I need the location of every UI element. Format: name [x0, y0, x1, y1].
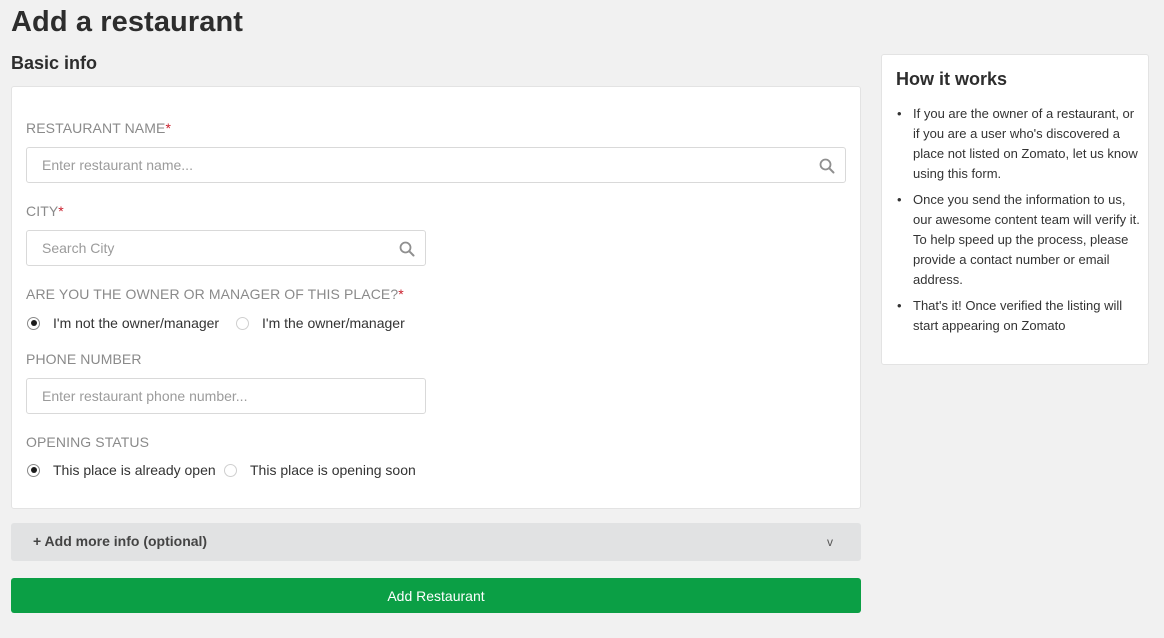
phone-number-field	[26, 378, 426, 414]
search-icon[interactable]	[399, 241, 415, 257]
restaurant-name-label: RESTAURANT NAME*	[26, 120, 171, 136]
city-label-text: CITY	[26, 203, 59, 219]
how-it-works-list: • If you are the owner of a restaurant, …	[896, 104, 1141, 342]
required-mark: *	[398, 286, 404, 302]
radio-not-owner-label: I'm not the owner/manager	[53, 315, 220, 331]
restaurant-name-field	[26, 147, 846, 183]
list-item-text: If you are the owner of a restaurant, or…	[913, 106, 1138, 181]
list-item: • If you are the owner of a restaurant, …	[896, 104, 1141, 184]
phone-number-input[interactable]	[27, 379, 425, 413]
basic-info-form: RESTAURANT NAME* CITY* ARE YOU THE OWNER…	[11, 86, 861, 509]
add-more-info-label: + Add more info (optional)	[33, 533, 208, 549]
radio-opening-soon-label: This place is opening soon	[250, 462, 416, 478]
required-mark: *	[165, 120, 172, 136]
radio-owner[interactable]: I'm the owner/manager	[236, 313, 405, 333]
radio-button-selected[interactable]	[27, 463, 40, 477]
required-mark: *	[58, 203, 64, 219]
add-restaurant-button[interactable]: Add Restaurant	[11, 578, 861, 613]
owner-question-label-text: ARE YOU THE OWNER OR MANAGER OF THIS PLA…	[26, 286, 399, 302]
radio-button[interactable]	[224, 463, 237, 477]
radio-owner-label: I'm the owner/manager	[262, 315, 405, 331]
list-item-text: That's it! Once verified the listing wil…	[913, 298, 1123, 333]
list-item: • Once you send the information to us, o…	[896, 190, 1141, 290]
radio-already-open-label: This place is already open	[53, 462, 216, 478]
bullet: •	[897, 106, 902, 121]
radio-button[interactable]	[236, 316, 249, 330]
list-item: • That's it! Once verified the listing w…	[896, 296, 1141, 336]
city-field	[26, 230, 426, 266]
radio-opening-soon[interactable]: This place is opening soon	[224, 460, 416, 480]
page-title: Add a restaurant	[11, 6, 244, 38]
restaurant-name-label-text: RESTAURANT NAME	[26, 120, 166, 136]
city-label: CITY*	[26, 203, 64, 219]
radio-button-selected[interactable]	[27, 316, 40, 330]
opening-status-label-text: OPENING STATUS	[26, 434, 150, 450]
bullet: •	[897, 298, 902, 313]
city-search-input[interactable]	[27, 231, 425, 265]
radio-already-open[interactable]: This place is already open	[27, 460, 216, 480]
opening-status-label: OPENING STATUS	[26, 434, 149, 450]
chevron-down-icon[interactable]: v	[827, 535, 833, 549]
search-icon[interactable]	[819, 158, 835, 174]
restaurant-name-input[interactable]	[27, 148, 845, 182]
bullet: •	[897, 192, 902, 207]
phone-number-label-text: PHONE NUMBER	[26, 351, 142, 367]
basic-info-title: Basic info	[11, 53, 98, 73]
how-it-works-panel: How it works • If you are the owner of a…	[881, 54, 1149, 365]
radio-not-owner[interactable]: I'm not the owner/manager	[27, 313, 219, 333]
owner-question-label: ARE YOU THE OWNER OR MANAGER OF THIS PLA…	[26, 286, 404, 302]
add-more-info-toggle[interactable]: + Add more info (optional) v	[11, 523, 861, 561]
list-item-text: Once you send the information to us, our…	[913, 192, 1140, 287]
how-it-works-title: How it works	[896, 69, 1008, 89]
phone-number-label: PHONE NUMBER	[26, 351, 142, 367]
